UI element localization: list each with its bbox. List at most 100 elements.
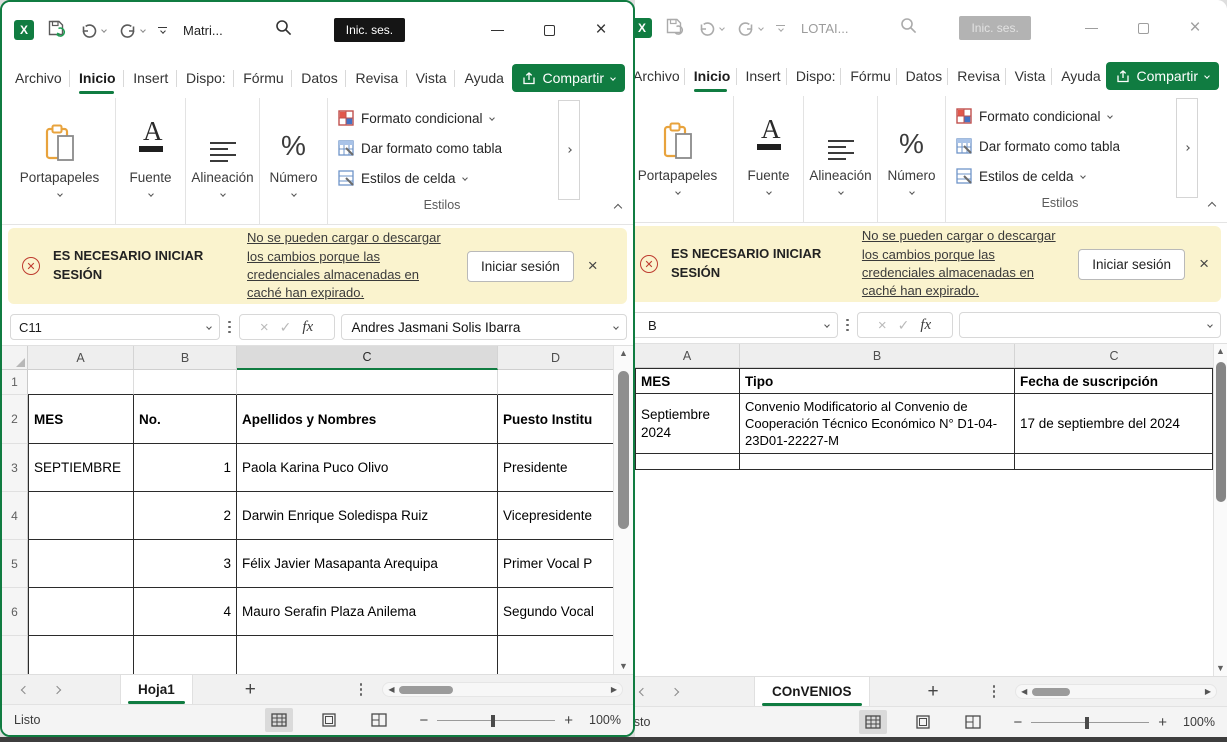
tab-archivo[interactable]: Archivo [635,56,684,96]
tab-vista[interactable]: Vista [407,58,455,98]
tab-revisar[interactable]: Revisa [948,56,1004,96]
zoom-in-button[interactable]: + [1158,714,1167,731]
cancel-x-icon[interactable]: × [878,317,887,334]
next-sheet-icon[interactable] [53,685,61,693]
banner-close-button[interactable]: × [588,256,598,276]
share-button[interactable]: Compartir [1106,62,1219,90]
empty-grid-area[interactable] [635,470,1213,676]
tab-disposicion[interactable]: Dispo: [177,58,233,98]
cell-d1[interactable] [498,370,613,395]
view-page-break-icon[interactable] [959,710,987,734]
zoom-out-button[interactable]: − [1013,714,1022,731]
view-normal-icon[interactable] [859,710,887,734]
zoom-slider-thumb[interactable] [1085,717,1089,729]
add-sheet-button[interactable]: + [245,675,256,704]
cell-c2[interactable]: Apellidos y Nombres [237,395,498,444]
group-fuente[interactable]: A Fuente [734,96,804,222]
ribbon-more-button[interactable] [558,100,580,200]
cell-c5[interactable]: Félix Javier Masapanta Arequipa [237,540,498,588]
scroll-down-icon[interactable]: ▼ [619,662,628,671]
cell-a2[interactable]: MES [28,395,134,444]
horizontal-scrollbar[interactable]: ◀ ▶ [382,675,623,704]
scroll-left-icon[interactable]: ◀ [388,686,394,694]
tab-insertar[interactable]: Insert [737,56,786,96]
tab-disposicion[interactable]: Dispo: [787,56,841,96]
banner-close-button[interactable]: × [1199,254,1209,274]
tab-inicio[interactable]: Inicio [685,56,736,96]
cell-b2[interactable]: No. [134,395,237,444]
tab-vista[interactable]: Vista [1006,56,1052,96]
signin-account-button[interactable]: Inic. ses. [959,16,1030,40]
horizontal-scroll-thumb[interactable] [399,686,453,694]
cell-d5[interactable]: Primer Vocal P [498,540,613,588]
cell-a5[interactable] [28,540,134,588]
share-button[interactable]: Compartir [512,64,625,92]
tab-formulas[interactable]: Fórmu [234,58,291,98]
cell-a3[interactable]: SEPTIEMBRE [28,444,134,492]
cell-a4[interactable] [28,492,134,540]
view-normal-icon[interactable] [265,708,293,732]
vertical-scrollbar[interactable]: ▲ ▼ [1213,344,1227,676]
formula-bar-splitter[interactable] [844,319,851,332]
group-portapapeles[interactable]: Portapapeles [635,96,734,222]
next-sheet-icon[interactable] [671,687,679,695]
format-as-table-button[interactable]: Dar formato como tabla [956,134,1174,158]
zoom-slider-thumb[interactable] [491,715,495,727]
conditional-format-button[interactable]: Formato condicional [338,106,556,130]
scroll-down-icon[interactable]: ▼ [1216,664,1225,673]
cell-c3[interactable]: Paola Karina Puco Olivo [237,444,498,492]
cell-styles-button[interactable]: Estilos de celda [338,166,556,190]
tab-ayuda[interactable]: Ayuda [455,58,511,98]
redo-button[interactable] [737,21,763,36]
scroll-up-icon[interactable]: ▲ [1216,347,1225,356]
cell-b6[interactable]: 4 [134,588,237,636]
cell-b3[interactable]: 1 [134,444,237,492]
redo-dropdown-icon[interactable] [140,27,146,33]
group-fuente[interactable]: A Fuente [116,98,186,224]
tab-datos[interactable]: Datos [292,58,345,98]
sheet-tab-convenios[interactable]: COnVENIOS [754,677,870,706]
banner-signin-button[interactable]: Iniciar sesión [1078,249,1185,280]
tab-inicio[interactable]: Inicio [70,58,123,98]
cell-tipo-header[interactable]: Tipo [740,368,1015,394]
column-header-b[interactable]: B [740,344,1015,368]
cell-d2[interactable]: Puesto Institu [498,395,613,444]
zoom-out-button[interactable]: − [419,712,428,729]
signin-account-button[interactable]: Inic. ses. [334,18,405,42]
check-icon[interactable]: ✓ [898,317,910,334]
tab-formulas[interactable]: Fórmu [841,56,895,96]
format-as-table-button[interactable]: Dar formato como tabla [338,136,556,160]
minimize-button[interactable] [471,11,523,49]
undo-button[interactable] [698,21,724,36]
tab-insertar[interactable]: Insert [124,58,176,98]
ribbon-more-button[interactable] [1176,98,1198,198]
cell-styles-button[interactable]: Estilos de celda [956,164,1174,188]
conditional-format-button[interactable]: Formato condicional [956,104,1174,128]
tab-archivo[interactable]: Archivo [6,58,69,98]
undo-dropdown-icon[interactable] [101,27,107,33]
column-header-d[interactable]: D [498,346,613,370]
cell-fecha-value[interactable]: 17 de septiembre del 2024 [1015,394,1213,454]
cell-d4[interactable]: Vicepresidente [498,492,613,540]
sheet-tab-hoja1[interactable]: Hoja1 [120,675,193,704]
group-alineacion[interactable]: Alineación [186,98,260,224]
check-icon[interactable]: ✓ [280,319,292,336]
cell-b5[interactable]: 3 [134,540,237,588]
column-header-a[interactable]: A [635,344,740,368]
prev-sheet-icon[interactable] [639,687,647,695]
cell-tipo-value[interactable]: Convenio Modificatorio al Convenio de Co… [740,394,1015,454]
add-sheet-button[interactable]: + [928,677,939,706]
collapse-ribbon-button[interactable] [615,198,621,216]
cell-b4[interactable]: 2 [134,492,237,540]
minimize-button[interactable] [1065,9,1117,47]
zoom-level[interactable]: 100% [1177,715,1215,729]
quick-access-toolbar-button[interactable] [158,27,167,33]
search-icon[interactable] [900,17,917,39]
column-header-c[interactable]: C [1015,344,1213,368]
zoom-in-button[interactable]: + [564,712,573,729]
group-numero[interactable]: % Número [260,98,328,224]
fx-icon[interactable]: fx [302,319,313,336]
cell-mes-header[interactable]: MES [635,368,740,394]
banner-message-link[interactable]: No se pueden cargar o descargar los camb… [247,229,451,303]
cell-mes-value[interactable]: Septiembre 2024 [635,394,740,454]
